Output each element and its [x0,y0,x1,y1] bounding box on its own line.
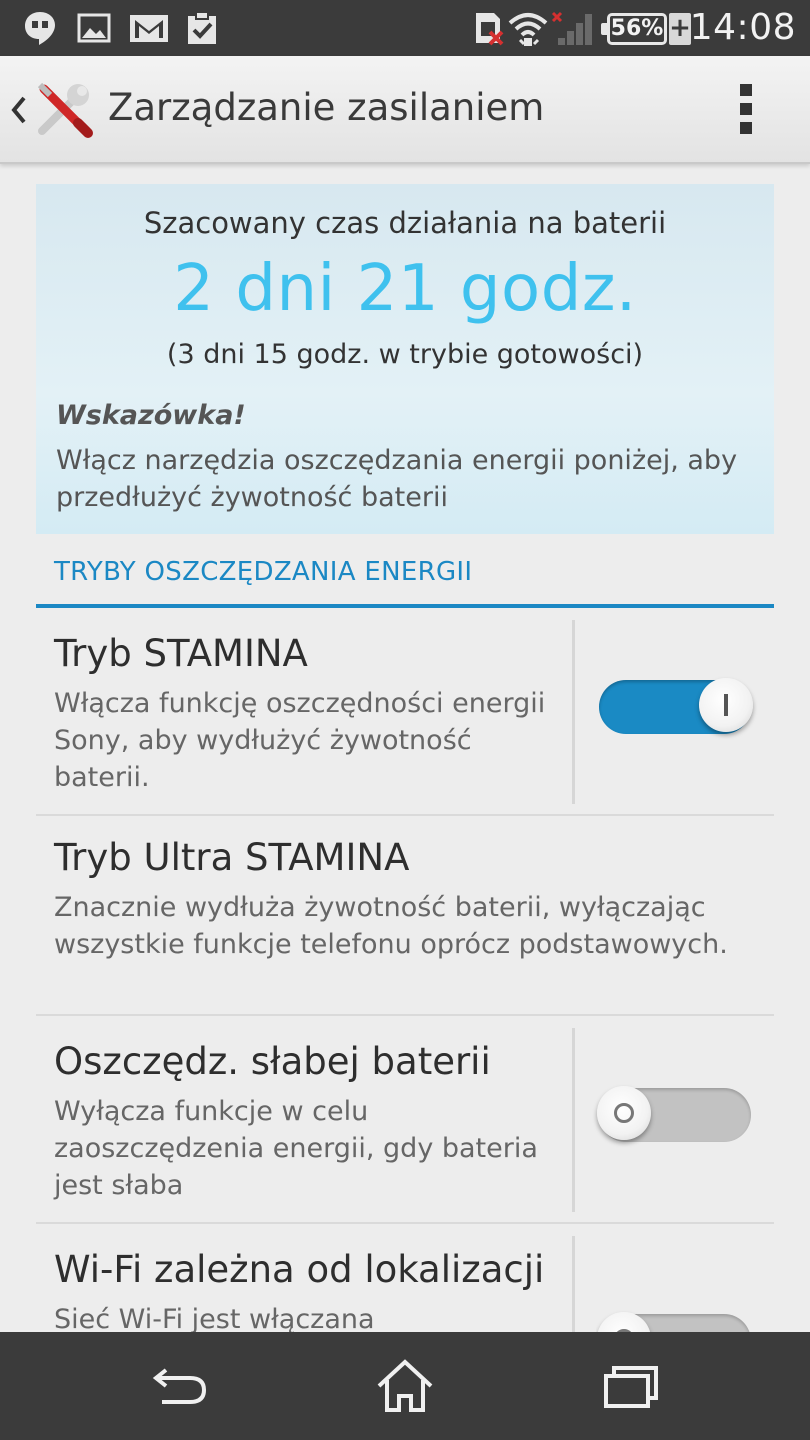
vertical-divider [572,1236,575,1332]
tip-text: Włącz narzędzia oszczędzania energii pon… [56,445,738,513]
battery-icon: 56% [601,13,667,45]
location-wifi-toggle[interactable] [597,1312,751,1332]
list-item-ultra-stamina[interactable]: Tryb Ultra STAMINA Znacznie wydłuża żywo… [36,816,774,1014]
status-bar: 56% + 14:08 [0,0,810,56]
section-header-label: TRYBY OSZCZĘDZANIA ENERGII [54,557,473,587]
estimate-value: 2 dni 21 godz. [173,252,637,326]
toggle-knob [597,1312,651,1332]
standby-estimate: (3 dni 15 godz. w trybie gotowości) [166,339,644,370]
item-description: Włącza funkcję oszczędności energii Sony… [54,688,546,793]
home-icon[interactable] [373,1356,437,1416]
low-battery-toggle[interactable] [597,1086,751,1142]
recent-apps-icon[interactable] [598,1356,662,1416]
estimate-label: Szacowany czas działania na baterii [143,206,667,240]
toggle-knob [597,1086,651,1140]
toggle-knob [699,678,753,732]
signal-no-service-icon [551,11,592,45]
item-title: Tryb STAMINA [54,632,308,675]
page-title: Zarządzanie zasilaniem [108,86,545,129]
hangouts-icon [25,12,55,45]
chevron-left-icon[interactable] [8,92,28,128]
wifi-icon [508,13,548,46]
overflow-menu-icon[interactable] [726,84,766,138]
item-title: Wi-Fi zależna od lokalizacji [54,1248,545,1291]
wifi-toggle-clip [596,1300,756,1332]
action-bar: Zarządzanie zasilaniem [0,56,810,164]
back-icon[interactable] [148,1356,212,1416]
vertical-divider [572,1028,575,1212]
item-title: Oszczędz. słabej baterii [54,1040,491,1083]
vertical-divider [572,620,575,804]
item-description: Sieć Wi-Fi jest włączana [54,1304,375,1332]
charging-indicator: + [669,13,691,45]
item-description: Wyłącza funkcje w celu zaoszczędzenia en… [54,1096,538,1201]
image-icon [77,13,111,43]
gmail-icon [130,15,168,42]
tools-icon[interactable] [34,81,94,141]
tip-title: Wskazówka! [56,400,246,431]
item-description: Znacznie wydłuża żywotność baterii, wyłą… [54,892,728,960]
section-header: TRYBY OSZCZĘDZANIA ENERGII [36,540,774,608]
stamina-toggle[interactable] [599,678,753,734]
battery-percent: 56% [610,16,664,41]
item-title: Tryb Ultra STAMINA [54,836,410,879]
battery-estimate-card: Szacowany czas działania na baterii 2 dn… [36,184,774,534]
navigation-bar [0,1332,810,1440]
status-time: 14:08 [689,7,796,48]
clipboard-check-icon [188,11,216,44]
sim-error-icon [476,13,504,46]
